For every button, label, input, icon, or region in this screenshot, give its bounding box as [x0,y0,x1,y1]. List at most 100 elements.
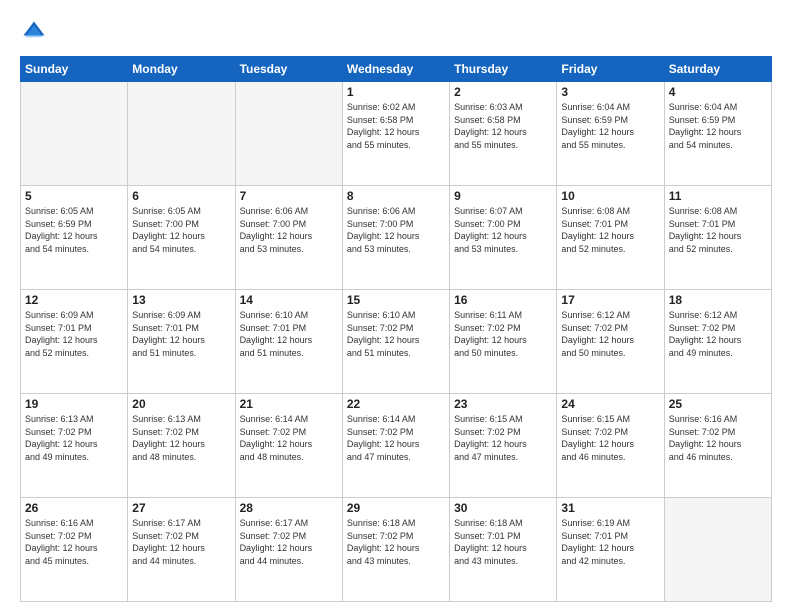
day-info: Sunrise: 6:10 AM Sunset: 7:02 PM Dayligh… [347,309,445,359]
day-cell: 2 Sunrise: 6:03 AM Sunset: 6:58 PM Daylig… [450,82,557,186]
day-info: Sunrise: 6:05 AM Sunset: 6:59 PM Dayligh… [25,205,123,255]
day-cell: 30Sunrise: 6:18 AM Sunset: 7:01 PM Dayli… [450,498,557,602]
day-number: 16 [454,293,552,307]
day-cell: 20 Sunrise: 6:13 AM Sunset: 7:02 PM Dayli… [128,394,235,498]
weekday-header-thursday: Thursday [450,57,557,82]
day-number: 5 [25,189,123,203]
day-info: Sunrise: 6:10 AM Sunset: 7:01 PM Dayligh… [240,309,338,359]
weekday-header-monday: Monday [128,57,235,82]
logo-icon [20,18,48,46]
day-info: Sunrise: 6:09 AM Sunset: 7:01 PM Dayligh… [25,309,123,359]
day-cell: 24 Sunrise: 6:15 AM Sunset: 7:02 PM Dayli… [557,394,664,498]
weekday-header-wednesday: Wednesday [342,57,449,82]
week-row-4: 19Sunrise: 6:13 AM Sunset: 7:02 PM Dayli… [21,394,772,498]
day-info: Sunrise: 6:07 AM Sunset: 7:00 PM Dayligh… [454,205,552,255]
day-info: Sunrise: 6:14 AM Sunset: 7:02 PM Dayligh… [240,413,338,463]
day-info: Sunrise: 6:19 AM Sunset: 7:01 PM Dayligh… [561,517,659,567]
day-number: 10 [561,189,659,203]
day-cell: 3 Sunrise: 6:04 AM Sunset: 6:59 PM Daylig… [557,82,664,186]
day-info: Sunrise: 6:13 AM Sunset: 7:02 PM Dayligh… [25,413,123,463]
day-number: 13 [132,293,230,307]
day-cell: 10 Sunrise: 6:08 AM Sunset: 7:01 PM Dayli… [557,186,664,290]
day-cell: 8 Sunrise: 6:06 AM Sunset: 7:00 PM Daylig… [342,186,449,290]
day-cell: 11 Sunrise: 6:08 AM Sunset: 7:01 PM Dayli… [664,186,771,290]
day-number: 28 [240,501,338,515]
week-row-2: 5 Sunrise: 6:05 AM Sunset: 6:59 PM Daylig… [21,186,772,290]
day-info: Sunrise: 6:08 AM Sunset: 7:01 PM Dayligh… [561,205,659,255]
day-cell: 28 Sunrise: 6:17 AM Sunset: 7:02 PM Dayli… [235,498,342,602]
day-number: 20 [132,397,230,411]
day-cell: 22 Sunrise: 6:14 AM Sunset: 7:02 PM Dayli… [342,394,449,498]
day-info: Sunrise: 6:14 AM Sunset: 7:02 PM Dayligh… [347,413,445,463]
day-cell: 13 Sunrise: 6:09 AM Sunset: 7:01 PM Dayli… [128,290,235,394]
day-number: 11 [669,189,767,203]
day-cell [664,498,771,602]
day-number: 12 [25,293,123,307]
page: SundayMondayTuesdayWednesdayThursdayFrid… [0,0,792,612]
day-number: 2 [454,85,552,99]
day-cell: 12 Sunrise: 6:09 AM Sunset: 7:01 PM Dayli… [21,290,128,394]
day-info: Sunrise: 6:06 AM Sunset: 7:00 PM Dayligh… [347,205,445,255]
day-number: 3 [561,85,659,99]
day-cell: 5 Sunrise: 6:05 AM Sunset: 6:59 PM Daylig… [21,186,128,290]
day-number: 30 [454,501,552,515]
day-info: Sunrise: 6:09 AM Sunset: 7:01 PM Dayligh… [132,309,230,359]
day-cell: 7 Sunrise: 6:06 AM Sunset: 7:00 PM Daylig… [235,186,342,290]
day-cell [235,82,342,186]
day-info: Sunrise: 6:18 AM Sunset: 7:02 PM Dayligh… [347,517,445,567]
day-number: 4 [669,85,767,99]
weekday-header-sunday: Sunday [21,57,128,82]
day-cell: 17 Sunrise: 6:12 AM Sunset: 7:02 PM Dayli… [557,290,664,394]
day-number: 14 [240,293,338,307]
week-row-1: 1Sunrise: 6:02 AM Sunset: 6:58 PM Daylig… [21,82,772,186]
day-cell: 19Sunrise: 6:13 AM Sunset: 7:02 PM Dayli… [21,394,128,498]
day-number: 29 [347,501,445,515]
day-info: Sunrise: 6:08 AM Sunset: 7:01 PM Dayligh… [669,205,767,255]
day-cell: 26 Sunrise: 6:16 AM Sunset: 7:02 PM Dayli… [21,498,128,602]
day-cell [21,82,128,186]
day-number: 22 [347,397,445,411]
day-info: Sunrise: 6:03 AM Sunset: 6:58 PM Dayligh… [454,101,552,151]
day-number: 24 [561,397,659,411]
week-row-5: 26 Sunrise: 6:16 AM Sunset: 7:02 PM Dayli… [21,498,772,602]
day-cell [128,82,235,186]
day-info: Sunrise: 6:12 AM Sunset: 7:02 PM Dayligh… [669,309,767,359]
week-row-3: 12 Sunrise: 6:09 AM Sunset: 7:01 PM Dayli… [21,290,772,394]
day-cell: 9 Sunrise: 6:07 AM Sunset: 7:00 PM Daylig… [450,186,557,290]
weekday-header-tuesday: Tuesday [235,57,342,82]
logo [20,18,52,46]
day-number: 25 [669,397,767,411]
day-cell: 27Sunrise: 6:17 AM Sunset: 7:02 PM Dayli… [128,498,235,602]
weekday-header-friday: Friday [557,57,664,82]
day-cell: 29 Sunrise: 6:18 AM Sunset: 7:02 PM Dayli… [342,498,449,602]
day-info: Sunrise: 6:11 AM Sunset: 7:02 PM Dayligh… [454,309,552,359]
day-number: 27 [132,501,230,515]
day-cell: 1Sunrise: 6:02 AM Sunset: 6:58 PM Daylig… [342,82,449,186]
day-cell: 14 Sunrise: 6:10 AM Sunset: 7:01 PM Dayli… [235,290,342,394]
day-info: Sunrise: 6:15 AM Sunset: 7:02 PM Dayligh… [454,413,552,463]
day-cell: 21Sunrise: 6:14 AM Sunset: 7:02 PM Dayli… [235,394,342,498]
day-number: 26 [25,501,123,515]
weekday-header-saturday: Saturday [664,57,771,82]
day-info: Sunrise: 6:17 AM Sunset: 7:02 PM Dayligh… [240,517,338,567]
day-info: Sunrise: 6:16 AM Sunset: 7:02 PM Dayligh… [25,517,123,567]
day-cell: 18 Sunrise: 6:12 AM Sunset: 7:02 PM Dayli… [664,290,771,394]
day-number: 17 [561,293,659,307]
day-cell: 25Sunrise: 6:16 AM Sunset: 7:02 PM Dayli… [664,394,771,498]
weekday-header-row: SundayMondayTuesdayWednesdayThursdayFrid… [21,57,772,82]
day-number: 9 [454,189,552,203]
day-cell: 23Sunrise: 6:15 AM Sunset: 7:02 PM Dayli… [450,394,557,498]
day-info: Sunrise: 6:06 AM Sunset: 7:00 PM Dayligh… [240,205,338,255]
day-info: Sunrise: 6:05 AM Sunset: 7:00 PM Dayligh… [132,205,230,255]
day-info: Sunrise: 6:13 AM Sunset: 7:02 PM Dayligh… [132,413,230,463]
day-number: 8 [347,189,445,203]
day-cell: 6Sunrise: 6:05 AM Sunset: 7:00 PM Daylig… [128,186,235,290]
day-info: Sunrise: 6:04 AM Sunset: 6:59 PM Dayligh… [561,101,659,151]
day-info: Sunrise: 6:15 AM Sunset: 7:02 PM Dayligh… [561,413,659,463]
day-number: 7 [240,189,338,203]
day-info: Sunrise: 6:12 AM Sunset: 7:02 PM Dayligh… [561,309,659,359]
header [20,18,772,46]
day-number: 1 [347,85,445,99]
day-number: 18 [669,293,767,307]
day-cell: 16 Sunrise: 6:11 AM Sunset: 7:02 PM Dayli… [450,290,557,394]
